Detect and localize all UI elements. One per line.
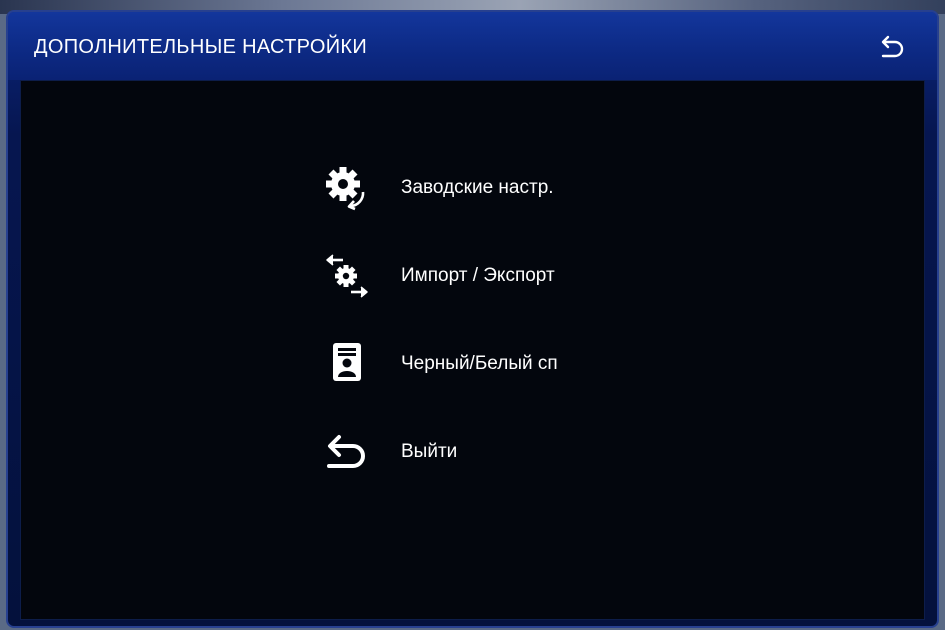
menu-item-label: Импорт / Экспорт: [401, 265, 555, 286]
gear-transfer-icon: [321, 250, 373, 302]
menu-item-label: Черный/Белый сп: [401, 353, 558, 374]
page-title: ДОПОЛНИТЕЛЬНЫЕ НАСТРОЙКИ: [34, 36, 368, 58]
menu-item-label: Заводские настр.: [401, 177, 554, 198]
settings-window: ДОПОЛНИТЕЛЬНЫЕ НАСТРОЙКИ Заводские настр…: [6, 10, 939, 628]
return-arrow-icon: [881, 35, 904, 58]
menu-item-import-export[interactable]: Импорт / Экспорт: [321, 249, 681, 303]
menu-item-label: Выйти: [401, 441, 458, 462]
menu-item-exit[interactable]: Выйти: [321, 425, 681, 479]
gear-reset-icon: [321, 162, 373, 214]
menu-item-blacklist-whitelist[interactable]: Черный/Белый сп: [321, 337, 681, 391]
back-button[interactable]: [877, 34, 907, 62]
content-panel: Заводские настр. Импорт / Экспорт Черный…: [20, 80, 925, 620]
menu-item-factory-reset[interactable]: Заводские настр.: [321, 161, 681, 215]
return-arrow-icon: [321, 426, 373, 478]
id-card-icon: [321, 338, 373, 390]
title-bar: ДОПОЛНИТЕЛЬНЫЕ НАСТРОЙКИ: [8, 12, 937, 80]
